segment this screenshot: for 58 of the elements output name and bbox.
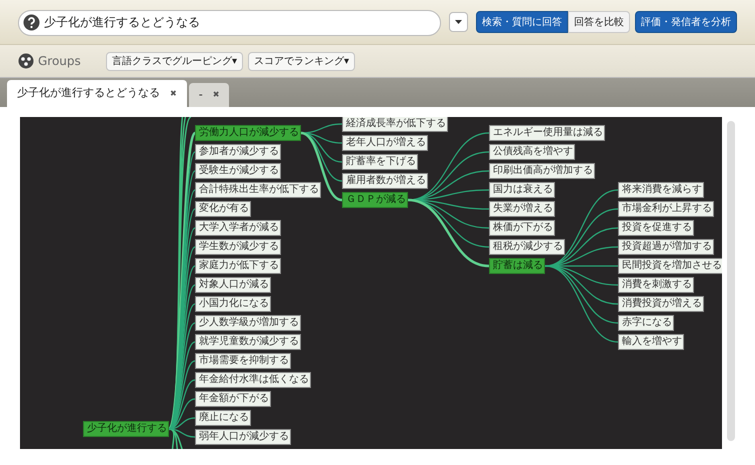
close-button[interactable]: ✖	[170, 88, 177, 100]
tree-node[interactable]: 対象人口が減る	[195, 277, 271, 293]
tab-label: 少子化が進行するとどうなる	[17, 85, 160, 102]
tree-node[interactable]: 輸入を増やす	[618, 334, 684, 350]
action-button[interactable]: 回答を比較	[568, 11, 630, 33]
tree-node[interactable]: 民間投資を増加させる	[618, 258, 722, 274]
tree-node[interactable]: 赤字になる	[618, 315, 674, 331]
tree-node[interactable]: 貯蓄は減る	[489, 258, 545, 274]
tree-node[interactable]: 国力は衰える	[489, 182, 555, 198]
close-button[interactable]: ✖	[212, 89, 220, 101]
tree-node[interactable]: 年金給付水準は低くなる	[195, 372, 311, 388]
help-icon	[23, 14, 40, 30]
tree-node[interactable]: 少人数学級が増加する	[195, 315, 301, 331]
tree-node[interactable]: 就学児童数が減少する	[195, 334, 301, 350]
tree-node[interactable]: 学生数が減少する	[195, 239, 281, 255]
tree-node[interactable]: 経済成長率が低下する	[342, 117, 448, 132]
dropdown-button[interactable]	[448, 12, 468, 32]
tree-node[interactable]: 消費を刺激する	[618, 277, 694, 293]
tab-label: -	[198, 86, 203, 103]
tab[interactable]: 少子化が進行するとどうなる ✖	[7, 80, 187, 107]
tree-node[interactable]: 市場金利が上昇する	[618, 201, 714, 217]
tree-node[interactable]: 小国力化になる	[195, 296, 271, 312]
tree-node[interactable]: 大学入学者が減る	[195, 220, 281, 236]
tree-node[interactable]: 廃止になる	[195, 410, 251, 426]
tab[interactable]: - ✖	[188, 83, 230, 107]
action-button[interactable]: 検索・質問に回答	[476, 11, 568, 33]
tree-node[interactable]: 労働力人口が減少する	[195, 125, 301, 141]
tree-node[interactable]: 貯蓄率を下げる	[342, 154, 418, 170]
search-field[interactable]: 少子化が進行するとどうなる	[18, 10, 441, 36]
tree-node[interactable]: 弱年人口が減少する	[195, 429, 291, 445]
scrollbar[interactable]	[727, 121, 735, 441]
action-button[interactable]: 評価・発信者を分析	[635, 11, 737, 33]
tree-node[interactable]: ＧＤＰが減る	[342, 192, 408, 208]
tree-node[interactable]: 株価が下がる	[489, 220, 555, 236]
tree-node[interactable]: エネルギー使用量は減る	[489, 125, 605, 141]
tree-node[interactable]: 参加者が減少する	[195, 144, 281, 160]
tree-node[interactable]: 受験生が減少する	[195, 163, 281, 179]
caret-icon	[454, 20, 462, 24]
tree-node[interactable]: 変化が有る	[195, 201, 251, 217]
tree-node[interactable]: 印刷出価高が増加する	[489, 163, 595, 179]
menu-button[interactable]: 言語クラスでグルーピング▾	[106, 52, 244, 70]
tree-node[interactable]: 家庭力が低下する	[195, 258, 281, 274]
tree-node[interactable]: 失業が増える	[489, 201, 555, 217]
tree-node[interactable]: 将来消費を減らす	[618, 182, 704, 198]
groups-icon	[18, 53, 34, 69]
tree-node[interactable]: 公債残高を増やす	[489, 144, 575, 160]
tree-node[interactable]: 年金額が下がる	[195, 391, 271, 407]
toolbar-title: Groups	[38, 53, 82, 70]
tree-node[interactable]: 市場需要を抑制する	[195, 353, 291, 369]
tree-node[interactable]: 消費投資が増える	[618, 296, 704, 312]
tree-node[interactable]: 雇用者数が増える	[342, 173, 428, 189]
tree-node[interactable]: 老年人口が増える	[342, 135, 428, 151]
tree-node[interactable]: 租税が減少する	[489, 239, 565, 255]
tree-node[interactable]: 少子化が進行する	[83, 421, 169, 437]
tree-node[interactable]: 投資を促進する	[618, 220, 694, 236]
tree-node[interactable]: 合計特殊出生率が低下する	[195, 182, 321, 198]
menu-button[interactable]: スコアでランキング▾	[248, 52, 356, 70]
tree-node[interactable]: 投資超過が増加する	[618, 239, 714, 255]
